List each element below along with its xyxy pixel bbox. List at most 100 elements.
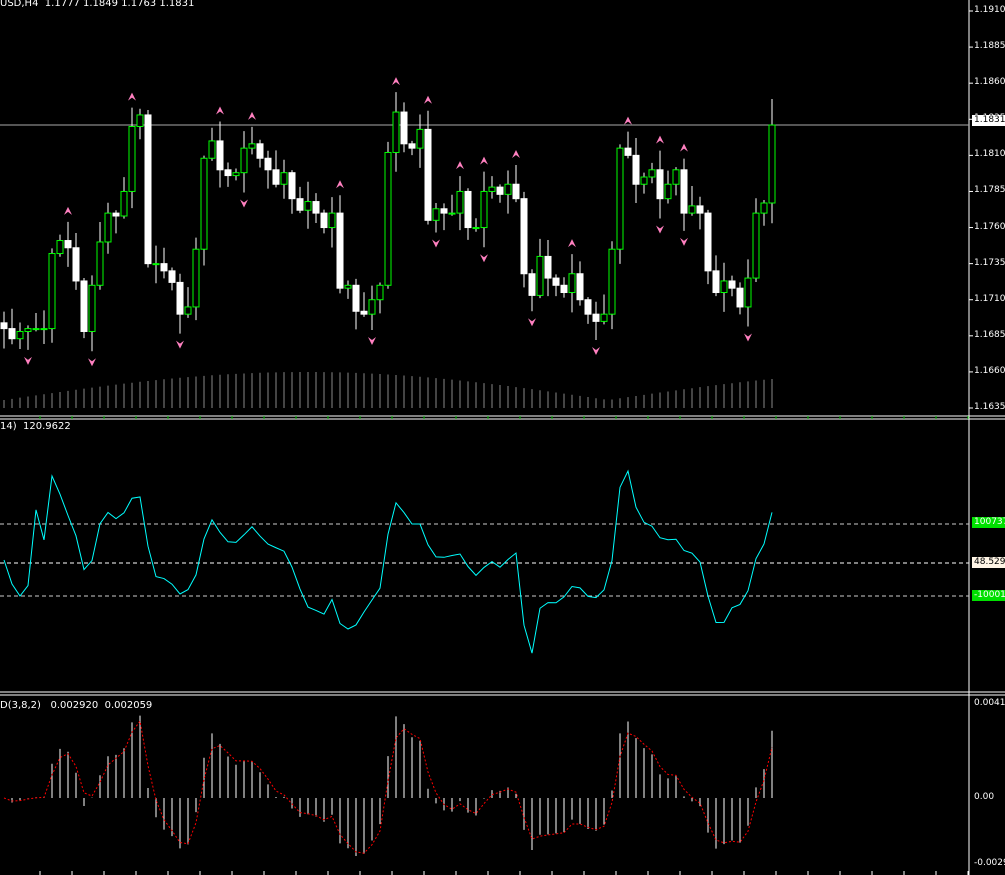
- candle: [472, 227, 480, 230]
- candle: [232, 172, 240, 177]
- candle: [456, 190, 464, 214]
- fractal-up-icon: [680, 143, 688, 152]
- candle: [16, 330, 24, 340]
- candle: [504, 183, 512, 195]
- fractal-up-icon: [656, 135, 664, 144]
- candle: [352, 284, 360, 312]
- fractal-up-icon: [248, 111, 256, 120]
- candle: [168, 270, 176, 283]
- price-axis-label: 1.1785: [974, 185, 1005, 196]
- candle: [544, 255, 552, 279]
- candle: [112, 212, 120, 217]
- candle: [744, 277, 752, 308]
- fractal-down-icon: [240, 199, 248, 208]
- candle: [704, 212, 712, 272]
- ohlc-low: 1.1763: [121, 0, 157, 9]
- price-axis-label: 1.1910: [974, 5, 1005, 15]
- candle: [224, 169, 232, 177]
- candle: [568, 273, 576, 294]
- cci-level-low: -100: [974, 590, 995, 600]
- candle: [272, 169, 280, 185]
- fractal-down-icon: [432, 239, 440, 248]
- candle: [688, 205, 696, 214]
- cci-level-high: 100: [974, 517, 992, 527]
- candle: [496, 186, 504, 195]
- osma-axis-zero: 0.00: [974, 792, 995, 802]
- candle: [384, 151, 392, 286]
- fractal-down-icon: [528, 318, 536, 327]
- cci-value: 120.9622: [23, 421, 71, 432]
- candle: [248, 143, 256, 149]
- candle: [392, 111, 400, 153]
- candle: [288, 172, 296, 200]
- cci-tag-low: 01: [994, 590, 1005, 600]
- candle: [416, 128, 424, 149]
- candle: [216, 140, 224, 171]
- candle: [608, 248, 616, 315]
- fractal-up-icon: [216, 106, 224, 115]
- candle: [760, 202, 768, 214]
- candle: [336, 212, 344, 289]
- candle: [304, 201, 312, 211]
- cci-label: 14): [0, 421, 17, 432]
- candle: [72, 247, 80, 282]
- candle: [56, 240, 64, 255]
- candle: [184, 306, 192, 315]
- candle: [584, 299, 592, 315]
- candle: [728, 280, 736, 289]
- candle: [560, 284, 568, 294]
- cci-header: 14) 120.9622: [0, 421, 71, 432]
- candle: [328, 212, 336, 229]
- candle: [176, 281, 184, 315]
- candle: [648, 169, 656, 178]
- candle: [432, 208, 440, 221]
- candle: [256, 143, 264, 159]
- candle: [40, 328, 48, 331]
- ohlc-high: 1.1849: [82, 0, 118, 9]
- price-axis-label: 1.1735: [974, 257, 1005, 268]
- candle: [752, 212, 760, 279]
- candle: [376, 284, 384, 301]
- fractal-up-icon: [512, 150, 520, 159]
- candle: [400, 111, 408, 145]
- fractal-up-icon: [128, 92, 136, 101]
- candle: [448, 212, 456, 215]
- candle: [624, 147, 632, 156]
- fractal-down-icon: [24, 356, 32, 365]
- cci-level-low-tag: -10001: [972, 590, 1005, 601]
- candle: [360, 310, 368, 315]
- candle: [312, 201, 320, 214]
- candle: [576, 273, 584, 301]
- ohlc-open: 1.1777: [44, 0, 80, 9]
- fractal-down-icon: [88, 358, 96, 367]
- candle: [64, 240, 72, 249]
- fractal-down-icon: [656, 225, 664, 234]
- candle: [656, 169, 664, 200]
- candle: [408, 143, 416, 149]
- candle: [280, 172, 288, 185]
- osma-label: D(3,8,2): [0, 700, 41, 711]
- candle: [8, 328, 16, 340]
- candle: [48, 253, 56, 330]
- osma-axis-top: 0.00415: [974, 698, 1005, 708]
- candle: [80, 280, 88, 332]
- fractal-down-icon: [176, 340, 184, 349]
- candle: [136, 114, 144, 127]
- fractal-up-icon: [568, 239, 576, 248]
- candle: [600, 313, 608, 322]
- candle: [160, 263, 168, 272]
- fractal-up-icon: [392, 77, 400, 86]
- price-axis-label: 1.1760: [974, 221, 1005, 232]
- fractal-up-icon: [424, 95, 432, 104]
- candle: [528, 273, 536, 296]
- candle: [128, 125, 136, 192]
- candle: [736, 287, 744, 308]
- candle: [616, 147, 624, 250]
- candle: [640, 176, 648, 185]
- candle: [672, 169, 680, 185]
- fractal-down-icon: [368, 337, 376, 346]
- candle: [0, 322, 8, 330]
- price-chart[interactable]: [0, 0, 1005, 875]
- price-axis-label: 1.1660: [974, 365, 1005, 376]
- candle: [104, 212, 112, 243]
